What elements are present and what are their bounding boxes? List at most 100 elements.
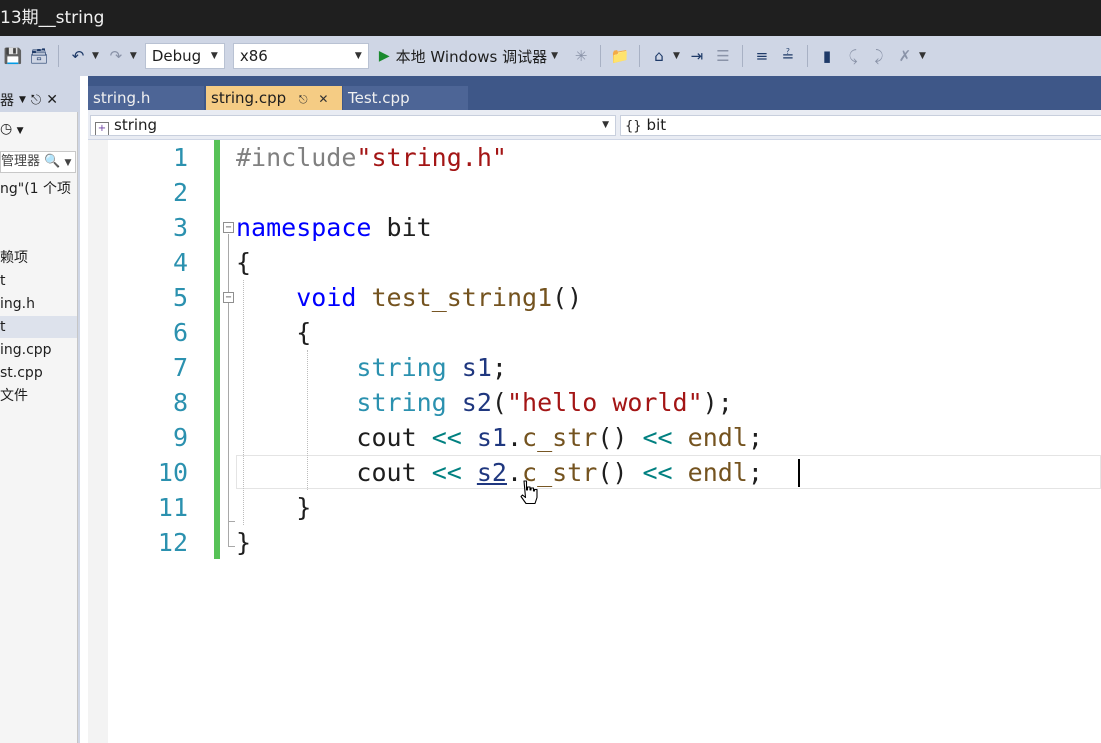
solution-tree-item[interactable]: t	[0, 316, 77, 338]
solution-tree-item[interactable]: 赖项	[0, 247, 77, 269]
redo-dropdown-icon[interactable]: ▼	[130, 51, 137, 61]
line-number: 10	[157, 458, 188, 487]
save-all-icon[interactable]: 🗃	[28, 45, 50, 67]
undo-dropdown-icon[interactable]: ▼	[92, 51, 99, 61]
code-line-4: {	[236, 248, 252, 277]
find-in-files-icon[interactable]: 📁	[609, 45, 631, 67]
tab-string-h[interactable]: string.h	[88, 86, 204, 110]
chevron-down-icon: ▼	[354, 51, 362, 61]
text-caret	[798, 459, 800, 487]
configuration-select[interactable]: Debug ▼	[144, 43, 225, 69]
member-value: bit	[646, 116, 667, 134]
previous-bookmark-icon[interactable]: ⤹	[842, 45, 864, 67]
solution-search-placeholder: 管理器	[1, 154, 41, 169]
comment-icon[interactable]: ≟	[777, 45, 799, 67]
bookmark-icon[interactable]: ▮	[816, 45, 838, 67]
home-icon[interactable]: ⌂	[648, 45, 670, 67]
solution-tree-item[interactable]: t	[0, 270, 77, 292]
line-number: 6	[172, 318, 188, 347]
pin-icon[interactable]: ⎋	[299, 93, 308, 106]
code-line-10: cout << s2.c_str() << endl;	[356, 458, 763, 487]
tab-string-cpp[interactable]: string.cpp ⎋ ✕	[206, 86, 342, 110]
toolbar-overflow-icon[interactable]: ▼	[919, 51, 926, 61]
title-bar: 13期__string	[0, 0, 1101, 36]
project-icon: +	[95, 122, 109, 135]
solution-tree-item[interactable]: st.cpp	[0, 362, 77, 384]
next-bookmark-icon[interactable]: ⤸	[868, 45, 890, 67]
solution-search-input[interactable]: 管理器 🔍 ▼	[0, 151, 76, 173]
uncomment-icon[interactable]: ☰	[712, 45, 734, 67]
solution-toolbar: ◷ ▼	[0, 118, 77, 140]
toolbar-separator	[58, 45, 59, 67]
chevron-down-icon[interactable]: ▼	[19, 95, 26, 105]
navigation-bar: + string ▼ {} bit	[88, 110, 1101, 140]
change-tracking-bar	[214, 140, 220, 559]
line-number: 4	[172, 248, 188, 277]
editor-margin	[88, 140, 108, 743]
collapse-function-icon[interactable]: −	[223, 292, 234, 303]
chevron-down-icon: ▼	[602, 120, 609, 130]
member-select[interactable]: {} bit	[620, 115, 1101, 136]
line-number: 12	[157, 528, 188, 557]
start-debugging-button[interactable]: ▶ 本地 Windows 调试器 ▼	[379, 46, 562, 67]
chevron-down-icon[interactable]: ▼	[64, 158, 71, 168]
line-number: 8	[172, 388, 188, 417]
run-dropdown-icon[interactable]: ▼	[551, 51, 558, 61]
collapse-namespace-icon[interactable]: −	[223, 222, 234, 233]
tab-label: string.h	[93, 89, 151, 107]
solution-explorer-header: 器 ▼ ⎋ ✕	[0, 88, 78, 112]
indent-icon[interactable]: ≡	[751, 45, 773, 67]
hovered-symbol-s2: s2	[476, 458, 507, 487]
code-line-5: void test_string1()	[296, 283, 583, 312]
close-icon[interactable]: ✕	[46, 92, 58, 108]
chevron-down-icon: ▼	[210, 51, 218, 61]
solution-tree-item[interactable]: 文件	[0, 385, 77, 407]
undo-icon[interactable]: ↶	[67, 45, 89, 67]
solution-tree-item[interactable]: ng"(1 个项	[0, 178, 77, 200]
toolbar-separator	[806, 45, 808, 67]
solution-explorer-title: 器	[0, 93, 14, 109]
tab-label: Test.cpp	[348, 89, 410, 107]
close-icon[interactable]: ✕	[318, 92, 328, 106]
tab-test-cpp[interactable]: Test.cpp	[343, 86, 468, 110]
run-label: 本地 Windows 调试器	[395, 47, 548, 66]
breakpoint-icon[interactable]: ⇥	[686, 45, 708, 67]
code-line-1: #include"string.h"	[236, 143, 507, 172]
clear-bookmarks-icon[interactable]: ✗	[894, 45, 916, 67]
tab-label: string.cpp	[211, 89, 287, 107]
code-line-3: namespace bit	[236, 213, 432, 242]
line-number: 1	[172, 143, 188, 172]
line-number: 2	[172, 178, 188, 207]
pin-icon[interactable]: ⎋	[31, 93, 41, 108]
platform-value: x86	[239, 47, 268, 65]
scope-value: string	[114, 116, 158, 134]
toolbar-separator	[639, 45, 641, 67]
line-number: 7	[172, 353, 188, 382]
toolbar: 💾 🗃 ↶ ▼ ↷ ▼ Debug ▼ x86 ▼ ▶ 本地 Windows 调…	[0, 36, 1101, 76]
toolbar-separator	[741, 45, 743, 67]
redo-icon[interactable]: ↷	[105, 45, 127, 67]
configuration-value: Debug	[151, 47, 202, 65]
code-line-6: {	[296, 318, 312, 347]
window-title: 13期__string	[0, 8, 105, 28]
line-number: 11	[157, 493, 188, 522]
document-tab-strip: string.h string.cpp ⎋ ✕ Test.cpp	[88, 76, 1101, 110]
namespace-icon: {}	[625, 119, 642, 134]
chevron-down-icon[interactable]: ▼	[17, 126, 24, 136]
scope-select[interactable]: + string ▼	[90, 115, 616, 136]
code-line-7: string s1;	[356, 353, 507, 382]
history-icon[interactable]: ◷	[0, 121, 12, 137]
solution-tree-item[interactable]: ing.h	[0, 293, 77, 315]
code-line-8: string s2("hello world");	[356, 388, 733, 417]
outline-end	[228, 546, 235, 547]
solution-tree-item[interactable]: ing.cpp	[0, 339, 77, 361]
home-dropdown-icon[interactable]: ▼	[673, 51, 680, 61]
save-icon[interactable]: 💾	[2, 45, 24, 67]
search-icon: 🔍	[44, 154, 61, 169]
hot-reload-icon[interactable]: ✳	[570, 45, 592, 67]
platform-select[interactable]: x86 ▼	[232, 43, 369, 69]
line-number: 3	[172, 213, 188, 242]
play-icon: ▶	[378, 48, 390, 64]
outline-end	[228, 521, 235, 522]
code-line-11: }	[296, 493, 312, 522]
